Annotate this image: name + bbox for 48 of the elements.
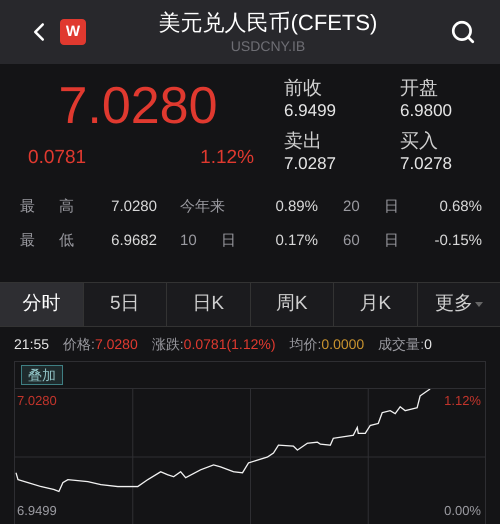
chart-tab[interactable]: 月K — [334, 283, 418, 326]
logo: W — [60, 19, 86, 45]
axis-min-price: 6.9499 — [17, 502, 57, 520]
chart-tab[interactable]: 周K — [250, 283, 334, 326]
axis-max-price: 7.0280 — [17, 392, 57, 410]
chart-tab[interactable]: 日K — [167, 283, 250, 326]
quote-value: 7.0287 — [284, 153, 337, 175]
info-label: 涨跌: — [152, 334, 184, 354]
info-value: 0.0000 — [321, 334, 364, 354]
stat-label: 20 日 — [343, 197, 399, 217]
quote-label: 买入 — [400, 131, 439, 153]
page-title: 美元兑人民币(CFETS) — [158, 9, 378, 37]
chart-tab[interactable]: 更多 — [418, 283, 500, 326]
quote-label: 开盘 — [400, 78, 439, 100]
quote-value: 6.9800 — [400, 100, 453, 122]
info-label: 价格: — [63, 334, 95, 354]
quote-value: 6.9499 — [284, 100, 337, 122]
change-percent: 1.12% — [200, 146, 254, 170]
info-value: 0 — [424, 334, 432, 354]
overlay-button[interactable]: 叠加 — [21, 365, 63, 385]
stat-label: 最 高 — [20, 197, 74, 217]
stat-value: 0.17% — [275, 230, 318, 250]
chart-tab[interactable]: 分时 — [0, 283, 84, 326]
stat-value: 7.0280 — [111, 197, 157, 217]
info-label: 成交量: — [378, 334, 424, 354]
stat-value: -0.15% — [434, 230, 482, 250]
info-label: 均价: — [290, 334, 322, 354]
stat-value: 6.9682 — [111, 230, 157, 250]
stat-label: 今年来 — [180, 197, 225, 217]
stat-label: 最 低 — [20, 230, 74, 250]
axis-max-percent: 1.12% — [444, 392, 481, 410]
stat-label: 60 日 — [343, 230, 399, 250]
symbol-code: USDCNY.IB — [230, 37, 306, 55]
quote-label: 前收 — [284, 78, 323, 100]
price-change: 0.0781 — [28, 146, 86, 170]
chart-tab[interactable]: 5日 — [84, 283, 167, 326]
current-price: 7.0280 — [57, 78, 218, 134]
axis-min-percent: 0.00% — [444, 502, 481, 520]
stat-label: 10 日 — [180, 230, 236, 250]
time-label: 21:55 — [14, 334, 50, 354]
quote-value: 7.0278 — [400, 153, 453, 175]
search-icon[interactable] — [450, 19, 476, 45]
caret-icon — [474, 302, 483, 307]
quote-label: 卖出 — [284, 131, 323, 153]
info-value: 7.0280 — [94, 334, 138, 354]
stat-value: 0.89% — [275, 197, 318, 217]
stat-value: 0.68% — [439, 197, 482, 217]
info-value: 0.0781(1.12%) — [184, 334, 276, 354]
